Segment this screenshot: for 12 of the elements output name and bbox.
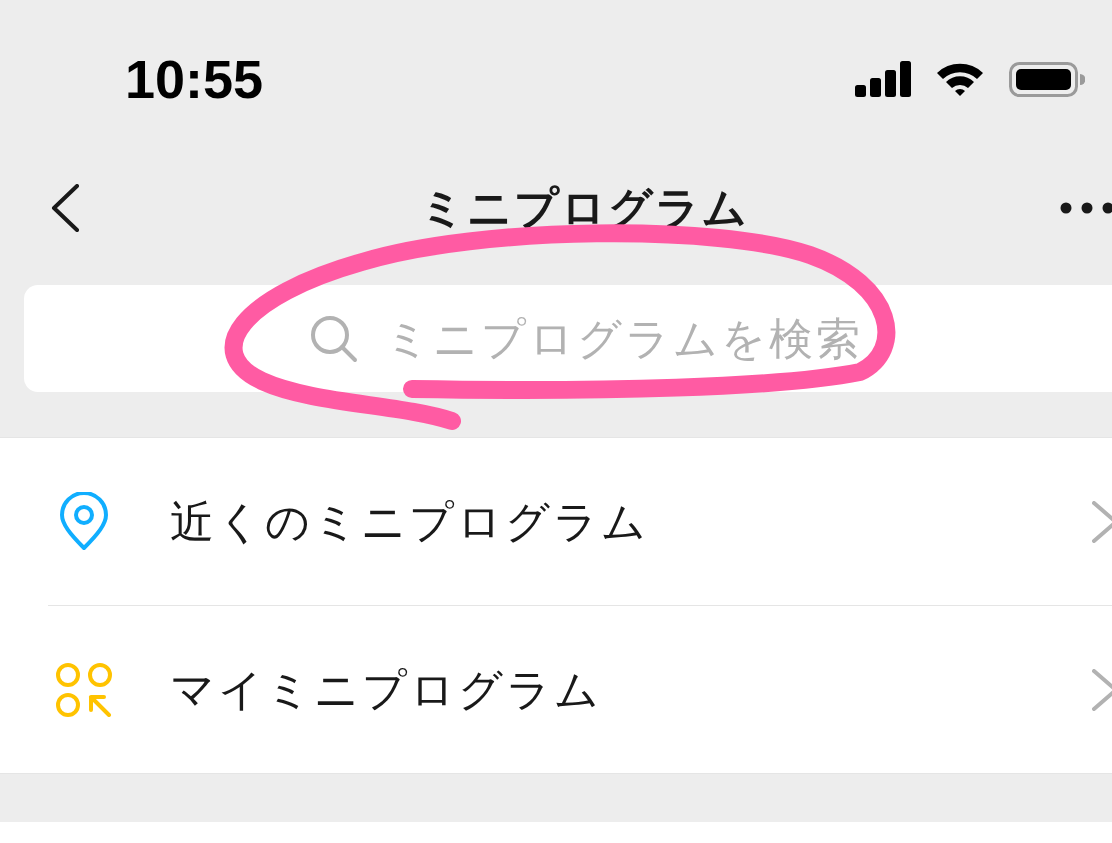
chevron-right-icon: [1092, 500, 1112, 543]
status-time: 10:55: [125, 52, 264, 106]
battery-icon: [1009, 61, 1085, 97]
search-field[interactable]: ミニプログラムを検索: [24, 285, 1112, 392]
circles-arrow-icon: [56, 662, 112, 717]
wifi-icon: [935, 61, 985, 97]
chevron-right-icon: [1092, 668, 1112, 711]
more-dots-icon: [1058, 202, 1112, 214]
location-pin-icon: [59, 492, 109, 551]
search-icon: [310, 315, 358, 363]
back-chevron-icon: [50, 184, 80, 232]
signal-icon: [855, 61, 911, 97]
